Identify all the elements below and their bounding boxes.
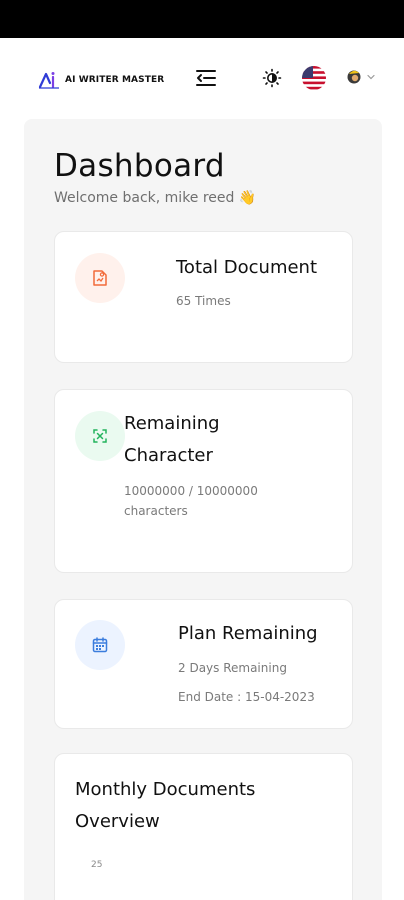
page-title: Dashboard (54, 148, 225, 184)
card-title: Plan Remaining (178, 623, 318, 644)
scan-icon (93, 429, 107, 443)
logo-mark-icon (38, 72, 59, 89)
stat-card-total-document: Total Document 65 Times (54, 231, 353, 363)
chevron-down-icon (367, 74, 375, 80)
welcome-text: Welcome back, mike reed (54, 190, 235, 206)
document-icon (93, 270, 107, 286)
y-axis-tick-label: 25 (91, 860, 103, 870)
card-icon-badge (75, 411, 125, 461)
language-select-button[interactable] (302, 66, 326, 90)
welcome-message: Welcome back, mike reed 👋 (54, 190, 256, 206)
status-bar (0, 0, 404, 38)
top-navbar: AI WRITER MASTER (0, 38, 404, 118)
card-value-end-date: End Date : 15-04-2023 (178, 690, 315, 704)
theme-toggle-button[interactable] (262, 68, 282, 88)
logo-text: AI WRITER MASTER (65, 75, 165, 85)
stat-card-remaining-character: Remaining Character 10000000 / 10000000 … (54, 389, 353, 573)
chart-title: Monthly Documents Overview (75, 779, 256, 832)
card-value-days: 2 Days Remaining (178, 661, 287, 675)
card-value: 65 Times (176, 294, 231, 308)
calendar-icon (92, 637, 108, 653)
avatar-icon (347, 70, 361, 84)
card-icon-badge (75, 620, 125, 670)
user-menu-button[interactable] (346, 68, 375, 86)
card-title: Total Document (176, 257, 318, 278)
card-value: 10000000 / 10000000 characters (124, 484, 258, 518)
waving-hand-icon: 👋 (238, 190, 257, 206)
card-icon-badge (75, 253, 125, 303)
sun-icon (262, 68, 282, 88)
stat-card-plan-remaining: Plan Remaining 2 Days Remaining End Date… (54, 599, 353, 729)
menu-toggle-button[interactable] (195, 68, 217, 88)
us-flag-icon (302, 66, 326, 90)
monthly-documents-chart-card: Monthly Documents Overview 25 (54, 753, 353, 900)
menu-icon (196, 70, 216, 86)
card-title: Remaining Character (124, 413, 220, 466)
logo[interactable]: AI WRITER MASTER (38, 71, 164, 89)
